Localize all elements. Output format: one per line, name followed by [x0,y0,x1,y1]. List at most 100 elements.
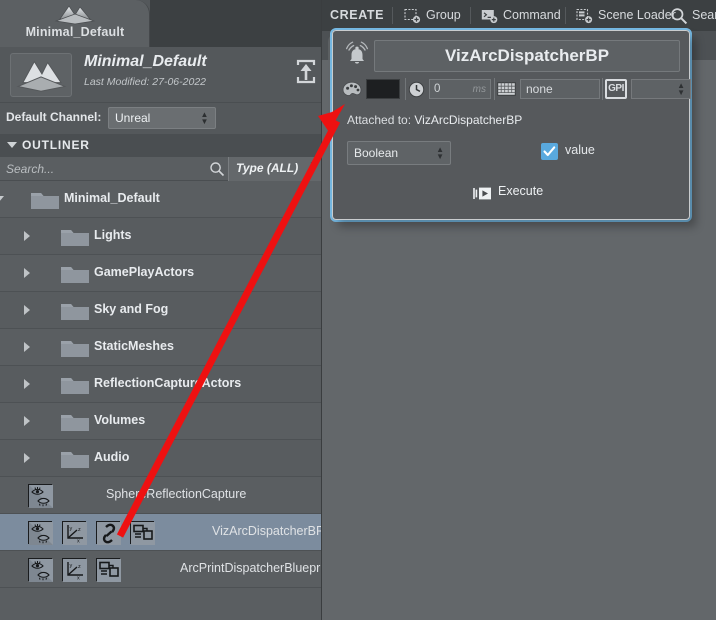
table-cell-name: ReflectionCaptureActors [94,376,242,390]
bell-notify-icon[interactable] [342,41,372,69]
chevron-down-icon [7,142,17,148]
right-panel: CREATE Group Command Scene Loader Sea Vi… [322,0,716,620]
table-row[interactable]: Lights [0,218,322,255]
table-cell-name: Audio [94,450,130,464]
default-channel-row: Default Channel: Unreal ▲ ▼ [0,104,322,134]
table-row[interactable]: Volumes [0,403,322,440]
color-swatch[interactable] [366,79,400,99]
execute-button[interactable]: Execute [473,183,563,204]
search-icon[interactable] [670,7,688,25]
blueprint-node-icon[interactable] [131,522,155,545]
delay-value: 0 [434,83,441,95]
toolbar-separator [392,7,393,24]
outliner-header[interactable]: OUTLINER [0,134,322,157]
blueprint-node-icon[interactable] [97,559,121,582]
row-separator [602,78,603,100]
type-filter-label: Type (ALL) [236,161,299,175]
default-channel-select[interactable]: Unreal ▲ ▼ [108,107,216,129]
transform-axis-icon[interactable]: y zx [63,522,87,545]
upload-icon[interactable] [294,57,318,87]
table-row[interactable]: Audio [0,440,322,477]
actor-icon[interactable] [96,558,121,582]
toolbar-item-scene-loader[interactable]: Scene Loader [598,0,676,31]
table-row[interactable]: ReflectionCaptureActors [0,366,322,403]
chevron-right-icon[interactable] [24,305,30,315]
svg-text:z: z [78,527,81,533]
table-row[interactable]: Minimal_Default [0,181,322,218]
svg-text:z: z [78,564,81,570]
chevron-right-icon[interactable] [24,416,30,426]
toolbar-separator [565,7,566,24]
actor-icon[interactable] [28,484,53,508]
outliner-empty-area [0,588,322,620]
type-filter-select[interactable]: Type (ALL) ▼ [228,157,322,181]
dispatcher-name-field[interactable]: VizArcDispatcherBP [374,40,680,72]
gpi-select[interactable]: ▲ ▼ [631,79,691,99]
table-cell-name: GamePlayActors [94,265,195,279]
table-row[interactable]: Sky and Fog [0,292,322,329]
create-label: CREATE [330,8,385,22]
default-channel-label: Default Channel: [6,110,102,124]
chevron-right-icon[interactable] [24,231,30,241]
chevron-right-icon[interactable] [24,268,30,278]
palette-icon[interactable] [342,81,362,98]
delay-field[interactable]: 0 ms [429,79,491,99]
mountain-scene-icon [54,5,96,25]
outliner-title: OUTLINER [22,138,90,152]
svg-text:x: x [77,539,80,545]
dispatcher-card[interactable]: VizArcDispatcherBP 0 ms none GPI ▲ ▼ Att… [332,30,691,220]
project-header: Minimal_Default Last Modified: 27-06-202… [0,47,322,103]
add-scene-loader-icon [576,8,593,24]
key-field[interactable]: none [520,79,600,99]
table-cell-name: Lights [94,228,132,242]
actor-icon[interactable]: yzx [62,558,87,582]
table-row[interactable]: StaticMeshes [0,329,322,366]
transform-axis-icon[interactable]: y zx [63,559,87,582]
search-input[interactable] [4,159,204,179]
actor-icon[interactable] [96,521,121,545]
attached-to-label: Attached to: [347,113,412,127]
folder-icon [61,341,89,357]
table-cell-name: StaticMeshes [94,339,174,353]
spinner-arrows-icon: ▲ ▼ [677,81,685,97]
actor-icon[interactable] [28,558,53,582]
value-checkbox[interactable] [541,143,558,160]
dispatcher-properties-row: 0 ms none GPI ▲ ▼ [342,78,691,100]
visibility-icon[interactable] [29,559,53,582]
table-cell-name: ArcPrintDispatcherBlueprint [180,561,334,575]
page-title: Minimal_Default [84,53,207,70]
actor-icon[interactable] [130,521,155,545]
chevron-right-icon[interactable] [24,379,30,389]
chevron-down-icon: ▼ [309,160,317,169]
visibility-icon[interactable] [29,485,53,508]
execute-icon [473,187,491,200]
project-tab[interactable]: Minimal_Default [0,0,150,47]
link-icon[interactable] [97,522,121,545]
value-type-select[interactable]: Boolean ▲ ▼ [347,141,451,165]
table-row[interactable]: SphereReflectionCapture [0,477,322,514]
value-checkbox-label: value [565,143,595,157]
toolbar-item-group[interactable]: Group [426,0,461,31]
default-channel-value: Unreal [115,111,151,125]
visibility-icon[interactable] [29,522,53,545]
table-row[interactable]: GamePlayActors [0,255,322,292]
toolbar-item-command[interactable]: Command [503,0,561,31]
actor-icon[interactable] [28,521,53,545]
delay-unit-label: ms [472,84,486,95]
folder-icon [61,415,89,431]
search-icon[interactable] [209,161,225,177]
row-separator [405,78,406,100]
toolbar-item-search[interactable]: Search [692,0,716,31]
project-thumbnail [10,53,72,97]
folder-icon [61,452,89,468]
actor-icon[interactable]: yzx [62,521,87,545]
create-toolbar: CREATE Group Command Scene Loader Sea [322,0,716,31]
table-row[interactable]: y z x VizArcDispatcherBP [0,514,324,551]
mountain-scene-icon [16,60,67,92]
left-panel: Minimal_Default Minimal_Default Last Mod… [0,0,334,620]
folder-icon [61,267,89,283]
chevron-down-icon[interactable] [0,196,4,202]
chevron-right-icon[interactable] [24,342,30,352]
table-row[interactable]: y z x ArcPrintDispatcherBlueprint [0,551,334,588]
chevron-right-icon[interactable] [24,453,30,463]
